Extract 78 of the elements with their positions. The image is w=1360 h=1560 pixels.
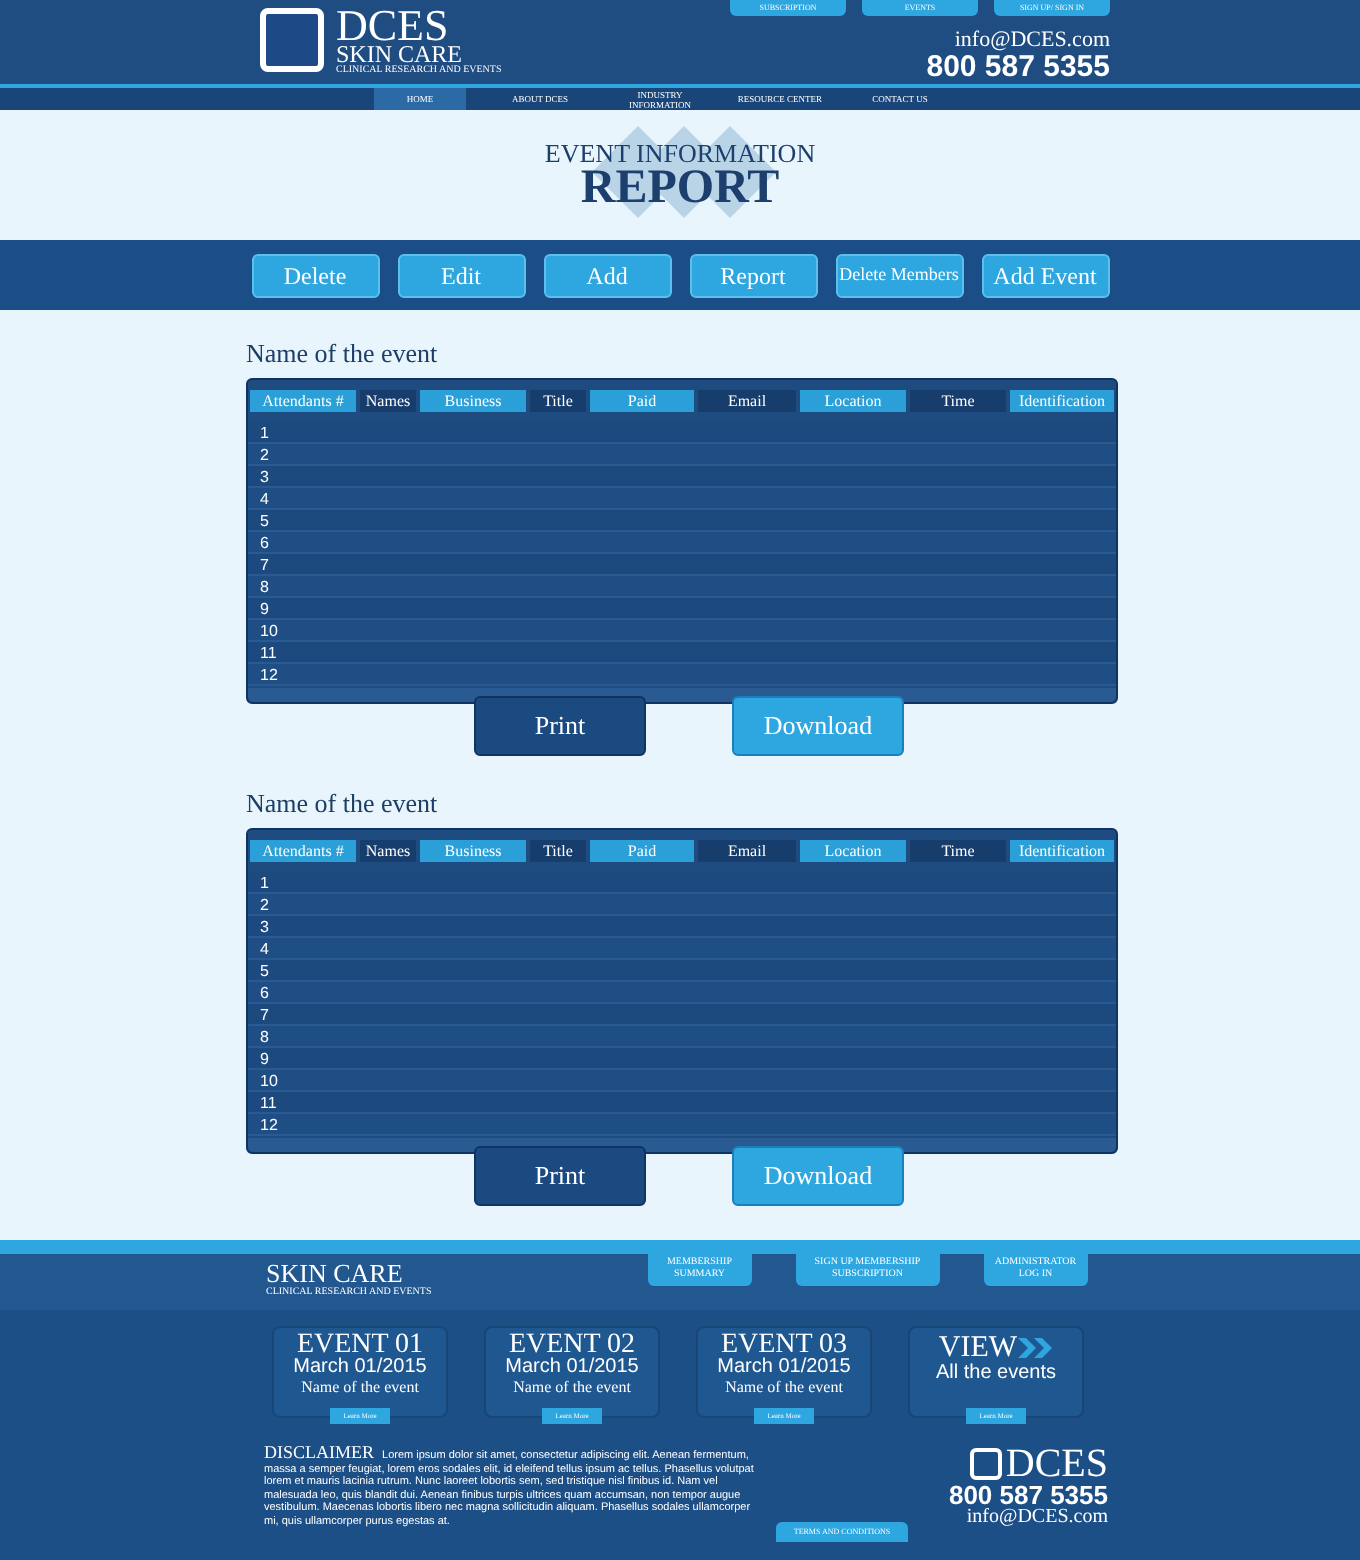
event-title: EVENT 02 xyxy=(508,1332,636,1358)
row-number: 8 xyxy=(260,577,269,595)
toolbar-button[interactable]: Edit xyxy=(397,253,525,297)
footer-phone: 800 587 5355 xyxy=(948,1482,1108,1508)
event-date: March 01/2015 xyxy=(505,1358,639,1378)
event-name: Name of the event xyxy=(513,1378,631,1396)
toolbar-button[interactable]: Report xyxy=(689,253,817,297)
event-heading: Name of the event xyxy=(246,338,440,370)
toolbar-button[interactable]: Add xyxy=(543,253,671,297)
download-button[interactable]: Download xyxy=(732,1146,904,1206)
event-name: Name of the event xyxy=(301,1378,419,1396)
row-number: 3 xyxy=(260,467,269,485)
header-email: info@DCES.com xyxy=(954,30,1110,52)
column-header: Attendants # xyxy=(250,840,356,862)
column-header: Title xyxy=(530,390,586,412)
toolbar-button[interactable]: Add Event xyxy=(981,253,1109,297)
toolbar-button[interactable]: Delete Members xyxy=(835,253,963,297)
footer-email: info@DCES.com xyxy=(966,1508,1108,1528)
column-header: Identification xyxy=(1010,840,1114,862)
row-number: 1 xyxy=(260,873,269,891)
column-header: Time xyxy=(910,390,1006,412)
column-header: Title xyxy=(530,840,586,862)
title-report: REPORT xyxy=(580,166,780,210)
toolbar-button[interactable]: Delete xyxy=(251,253,379,297)
row-number: 6 xyxy=(260,533,269,551)
row-number: 10 xyxy=(260,621,278,639)
row-number: 5 xyxy=(260,961,269,979)
row-number: 10 xyxy=(260,1071,278,1089)
column-header: Paid xyxy=(590,840,694,862)
row-number: 2 xyxy=(260,445,269,463)
row-number: 4 xyxy=(260,939,269,957)
header-phone: 800 587 5355 xyxy=(926,52,1110,82)
footer-logo-name: DCES xyxy=(1005,1446,1108,1482)
row-number: 3 xyxy=(260,917,269,935)
row-number: 4 xyxy=(260,489,269,507)
logo-name: DCES xyxy=(336,8,449,44)
logo-subtitle: SKIN CARE xyxy=(336,44,464,66)
download-button[interactable]: Download xyxy=(732,696,904,756)
print-button[interactable]: Print xyxy=(474,696,646,756)
row-number: 2 xyxy=(260,895,269,913)
chevrons-icon xyxy=(1017,1338,1054,1358)
title-line: EVENT INFORMATION xyxy=(544,140,816,166)
column-header: Business xyxy=(420,390,526,412)
column-header: Business xyxy=(420,840,526,862)
row-number: 12 xyxy=(260,665,278,683)
row-number: 5 xyxy=(260,511,269,529)
column-header: Attendants # xyxy=(250,390,356,412)
footer-brand: SKIN CARE xyxy=(266,1262,403,1286)
row-number: 8 xyxy=(260,1027,269,1045)
logo-icon xyxy=(969,1448,1002,1480)
event-title: EVENT 03 xyxy=(720,1332,848,1358)
row-number: 11 xyxy=(260,643,277,661)
column-header: Location xyxy=(800,840,906,862)
column-header: Email xyxy=(698,840,796,862)
event-date: March 01/2015 xyxy=(293,1358,427,1378)
row-number: 9 xyxy=(260,1049,269,1067)
row-number: 1 xyxy=(260,423,269,441)
column-header: Identification xyxy=(1010,390,1114,412)
row-number: 6 xyxy=(260,983,269,1001)
view-title: VIEW xyxy=(938,1334,1018,1362)
column-header: Email xyxy=(698,390,796,412)
event-title: EVENT 01 xyxy=(296,1332,424,1358)
row-number: 9 xyxy=(260,599,269,617)
row-number: 7 xyxy=(260,1005,269,1023)
event-name: Name of the event xyxy=(725,1378,843,1396)
logo-icon xyxy=(260,8,324,72)
print-button[interactable]: Print xyxy=(474,1146,646,1206)
event-heading: Name of the event xyxy=(246,788,440,820)
column-header: Names xyxy=(360,390,416,412)
event-date: March 01/2015 xyxy=(717,1358,851,1378)
column-header: Time xyxy=(910,840,1006,862)
row-number: 12 xyxy=(260,1115,278,1133)
row-number: 11 xyxy=(260,1093,277,1111)
row-number: 7 xyxy=(260,555,269,573)
column-header: Paid xyxy=(590,390,694,412)
column-header: Names xyxy=(360,840,416,862)
view-subtitle: All the events xyxy=(935,1362,1057,1384)
column-header: Location xyxy=(800,390,906,412)
